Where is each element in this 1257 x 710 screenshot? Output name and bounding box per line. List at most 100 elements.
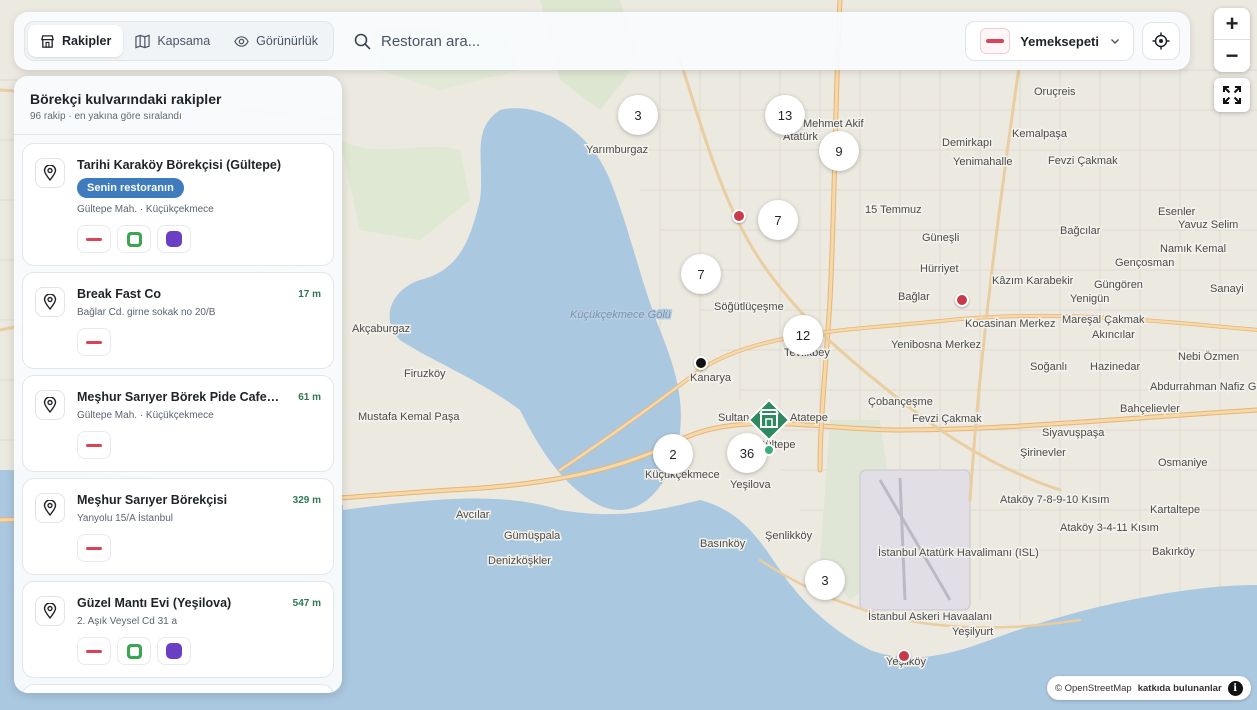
search-bar xyxy=(344,21,965,61)
restaurant-address: Gültepe Mah. · Küçükçekmece xyxy=(77,204,214,215)
store-icon xyxy=(41,34,54,48)
locate-button[interactable] xyxy=(1142,22,1180,60)
label-fevzi-cakmak-2: Fevzi Çakmak xyxy=(912,413,982,425)
label-gencosman: Gençosman xyxy=(1115,257,1174,269)
label-abdurrahman: Abdurrahman Nafiz Gürman xyxy=(1150,381,1257,393)
yemeksepeti-icon[interactable] xyxy=(77,431,111,459)
platform-list xyxy=(77,225,321,253)
map-cluster[interactable]: 7 xyxy=(758,200,798,240)
location-pin-icon xyxy=(35,158,65,188)
label-gunesli: Güneşli xyxy=(922,232,959,244)
label-bakirkoy: Bakırköy xyxy=(1152,546,1195,558)
platform-list xyxy=(77,328,321,356)
restaurant-name: Break Fast Co xyxy=(77,287,162,301)
getir-icon[interactable] xyxy=(117,637,151,665)
competitor-pin[interactable] xyxy=(955,293,969,307)
tab-kapsama[interactable]: Kapsama xyxy=(123,25,222,57)
restaurant-distance: 547 m xyxy=(292,598,321,609)
my-restaurant-marker[interactable] xyxy=(745,398,793,456)
label-soganli: Soğanlı xyxy=(1030,361,1067,373)
platform-list xyxy=(77,431,321,459)
label-yenibosna: Yenibosna Merkez xyxy=(891,339,981,351)
search-input[interactable] xyxy=(381,32,781,50)
selected-pin[interactable] xyxy=(694,356,708,370)
label-15-temmuz: 15 Temmuz xyxy=(865,204,922,216)
competitor-card[interactable]: Güzel Mantı Evi (Yeşilova) 2. Aşık Veyse… xyxy=(22,581,334,678)
label-orucreis: Oruçreis xyxy=(1034,86,1076,98)
competitor-list: Tarihi Karaköy Börekçisi (Gültepe) Senin… xyxy=(14,135,342,693)
getir-icon[interactable] xyxy=(117,225,151,253)
label-kanarya: Kanarya xyxy=(690,372,732,384)
trendyol-icon[interactable] xyxy=(157,225,191,253)
competitor-pin[interactable] xyxy=(732,209,746,223)
platform-list xyxy=(77,534,321,562)
yemeksepeti-icon[interactable] xyxy=(77,637,111,665)
own-restaurant-badge: Senin restoranın xyxy=(77,178,184,198)
label-yavuz-selim: Yavuz Selim xyxy=(1178,219,1238,231)
label-mustafa: Mustafa Kemal Paşa xyxy=(358,411,460,423)
restaurant-address: Gültepe Mah. · Küçükçekmece xyxy=(77,410,214,421)
map-cluster[interactable]: 3 xyxy=(618,95,658,135)
platform-list xyxy=(77,637,321,665)
competitor-pin[interactable] xyxy=(897,649,911,663)
zoom-in-button[interactable]: + xyxy=(1214,8,1250,40)
label-fevzi-cakmak: Fevzi Çakmak xyxy=(1048,155,1118,167)
competitor-card[interactable]: Meşhur Sarıyer Börekçisi Yanyolu 15/A İs… xyxy=(22,478,334,575)
map-cluster[interactable]: 2 xyxy=(653,434,693,474)
label-maresal: Mareşal Çakmak xyxy=(1062,314,1145,326)
map-cluster[interactable]: 13 xyxy=(765,95,805,135)
restaurant-name: Meşhur Sarıyer Börek Pide Cafe (... xyxy=(77,390,285,404)
restaurant-name: Güzel Mantı Evi (Yeşilova) xyxy=(77,596,232,610)
label-gungoren: Güngören xyxy=(1094,279,1143,291)
tab-gorunurluk[interactable]: Görünürlük xyxy=(222,25,330,57)
tab-rakipler[interactable]: Rakipler xyxy=(28,25,124,57)
tab-label: Rakipler xyxy=(62,34,112,48)
label-senlikkoy: Şenlikköy xyxy=(765,530,813,542)
chevron-down-icon xyxy=(1111,39,1119,44)
yemeksepeti-logo xyxy=(980,28,1011,54)
info-icon[interactable]: i xyxy=(1227,680,1243,696)
store-marker-icon xyxy=(747,398,791,456)
panel-header: Börekçi kulvarındaki rakipler 96 rakip ·… xyxy=(14,76,342,135)
map-cluster[interactable]: 7 xyxy=(681,254,721,294)
view-tabs: Rakipler Kapsama Görünürlük xyxy=(24,21,334,61)
competitor-card[interactable]: Tarihi Karaköy Börekçisi (Gültepe) Senin… xyxy=(22,143,334,266)
fullscreen-button[interactable] xyxy=(1214,78,1250,112)
tab-label: Kapsama xyxy=(157,34,211,48)
zoom-out-button[interactable]: − xyxy=(1214,40,1250,72)
map-cluster[interactable]: 12 xyxy=(783,315,823,355)
label-hurriyet: Hürriyet xyxy=(920,263,959,275)
yemeksepeti-icon[interactable] xyxy=(77,534,111,562)
panel-subtitle: 96 rakip · en yakına göre sıralandı xyxy=(30,111,182,122)
trendyol-icon[interactable] xyxy=(157,637,191,665)
platform-select[interactable]: Yemeksepeti xyxy=(965,21,1134,61)
yemeksepeti-icon[interactable] xyxy=(77,225,111,253)
map-cluster[interactable]: 9 xyxy=(819,131,859,171)
competitor-card[interactable] xyxy=(22,684,334,693)
location-pin-icon xyxy=(35,493,65,523)
attribution-text: katkıda bulunanlar xyxy=(1137,682,1222,694)
restaurant-distance: 61 m xyxy=(298,392,321,403)
attribution-osm-link[interactable]: © OpenStreetMap xyxy=(1055,683,1132,694)
label-akincilar: Akıncılar xyxy=(1092,329,1135,341)
label-osmaniye: Osmaniye xyxy=(1158,457,1208,469)
label-sanayi: Sanayi xyxy=(1210,283,1244,295)
label-atakoy: Ataköy 7-8-9-10 Kısım xyxy=(1000,494,1109,506)
label-lake: Küçükçekmece Gölü xyxy=(570,309,671,321)
label-bagcilar: Bağcılar xyxy=(1060,225,1101,237)
label-akcaburgaz: Akçaburgaz xyxy=(352,323,410,335)
competitor-card[interactable]: Break Fast Co Bağlar Cd. girne sokak no … xyxy=(22,272,334,369)
restaurant-name: Tarihi Karaköy Börekçisi (Gültepe) xyxy=(77,158,281,172)
label-yenimahalle: Yenimahalle xyxy=(953,156,1013,168)
map-cluster[interactable]: 3 xyxy=(805,560,845,600)
yemeksepeti-icon[interactable] xyxy=(77,328,111,356)
panel-title: Börekçi kulvarındaki rakipler xyxy=(30,91,222,107)
label-kazim-karabekir: Kâzım Karabekir xyxy=(992,275,1074,287)
zoom-control: + − xyxy=(1214,8,1250,72)
label-kartaltepe: Kartaltepe xyxy=(1150,504,1200,516)
restaurant-name: Meşhur Sarıyer Börekçisi xyxy=(77,493,228,507)
competitor-card[interactable]: Meşhur Sarıyer Börek Pide Cafe (... Gült… xyxy=(22,375,334,472)
label-denizkoskler: Denizköşkler xyxy=(488,555,551,567)
crosshair-icon xyxy=(1152,32,1170,50)
label-cobancesme: Çobançeşme xyxy=(868,396,933,408)
